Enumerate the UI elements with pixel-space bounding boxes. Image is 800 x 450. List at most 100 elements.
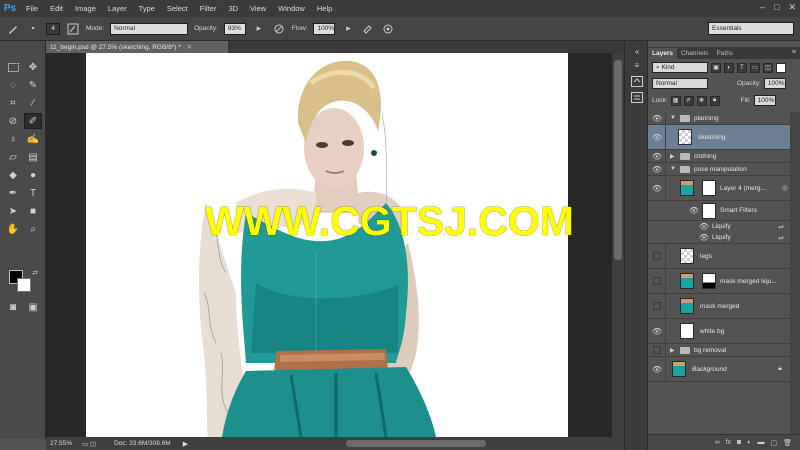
quick-mask-icon[interactable]: ◙: [4, 299, 22, 315]
tab-paths[interactable]: Paths: [712, 48, 737, 59]
collapse-panels-icon[interactable]: «: [630, 45, 644, 57]
lock-transparent-icon[interactable]: ▦: [670, 95, 681, 106]
quick-selection-tool-icon[interactable]: ✎: [24, 77, 42, 93]
layer-row-white-bg[interactable]: 👁︎ white bg: [648, 319, 790, 344]
filter-adjustment-icon[interactable]: ◐: [724, 62, 734, 73]
visibility-eye-icon[interactable]: [651, 300, 663, 312]
close-tab-icon[interactable]: ✕: [187, 43, 192, 51]
lock-image-icon[interactable]: ✐: [683, 95, 694, 106]
filter-kind-dropdown[interactable]: ⌕ Kind: [652, 62, 708, 73]
healing-brush-tool-icon[interactable]: ⊘: [4, 113, 22, 129]
blur-tool-icon[interactable]: ◆: [4, 167, 22, 183]
menu-filter[interactable]: Filter: [194, 4, 223, 13]
layer-row-sketching[interactable]: 👁︎ sketching: [648, 125, 790, 150]
visibility-eye-icon[interactable]: 👁︎: [688, 205, 700, 217]
layer-row-liquify[interactable]: 👁︎ Liquify ⇌: [648, 221, 790, 232]
add-mask-icon[interactable]: ◙: [737, 439, 741, 446]
collapsed-arrow-icon[interactable]: ▶: [670, 347, 675, 354]
menu-select[interactable]: Select: [161, 4, 194, 13]
pressure-size-icon[interactable]: [381, 22, 395, 36]
expanded-arrow-icon[interactable]: ▼: [670, 115, 676, 121]
document-canvas[interactable]: [86, 53, 568, 437]
maximize-button[interactable]: □: [774, 2, 779, 13]
fill-field[interactable]: 100%: [753, 95, 776, 106]
filter-blending-options-icon[interactable]: ⇌: [778, 234, 784, 242]
blend-mode-dropdown[interactable]: Normal: [652, 78, 708, 89]
layer-row-clothing[interactable]: 👁︎ ▶ clothing: [648, 150, 790, 163]
visibility-eye-icon[interactable]: [651, 344, 663, 356]
visibility-eye-icon[interactable]: [651, 275, 663, 287]
lock-all-icon[interactable]: 🔒︎: [709, 95, 720, 106]
trash-icon[interactable]: 🗑︎: [783, 439, 792, 447]
filter-smart-object-icon[interactable]: ◫: [763, 62, 773, 73]
menu-layer[interactable]: Layer: [102, 4, 133, 13]
dodge-tool-icon[interactable]: ●: [24, 167, 42, 183]
menu-file[interactable]: File: [20, 4, 44, 13]
marquee-tool-icon[interactable]: [4, 59, 22, 75]
layers-panel-menu-icon[interactable]: ≡: [792, 49, 796, 56]
opacity-slider-icon[interactable]: ▸: [252, 22, 266, 36]
menu-window[interactable]: Window: [272, 4, 311, 13]
menu-help[interactable]: Help: [311, 4, 338, 13]
type-tool-icon[interactable]: T: [24, 185, 42, 201]
lasso-tool-icon[interactable]: ◌: [4, 77, 22, 93]
dropdown-arrow-icon[interactable]: ▾: [26, 22, 40, 36]
menu-type[interactable]: Type: [133, 4, 161, 13]
visibility-eye-icon[interactable]: [651, 250, 663, 262]
collapsed-arrow-icon[interactable]: ▶: [670, 153, 675, 160]
layer-row-smart-filters[interactable]: 👁︎ Smart Filters: [648, 201, 790, 221]
zoom-tool-icon[interactable]: ⌕: [24, 221, 42, 237]
minimize-button[interactable]: –: [760, 2, 765, 13]
visibility-eye-icon[interactable]: 👁︎: [651, 131, 663, 143]
layer-row-background[interactable]: 👁︎ Background 🔒︎: [648, 357, 790, 382]
filter-type-icon[interactable]: T: [737, 62, 747, 73]
eyedropper-tool-icon[interactable]: ⁄: [24, 95, 42, 111]
flow-slider-icon[interactable]: ▸: [341, 22, 355, 36]
canvas-horizontal-scroll-thumb[interactable]: [346, 440, 486, 447]
filter-shape-icon[interactable]: ▭: [750, 62, 760, 73]
clone-stamp-tool-icon[interactable]: ♁: [4, 131, 22, 147]
pressure-opacity-icon[interactable]: [272, 22, 286, 36]
expanded-arrow-icon[interactable]: ▼: [670, 166, 676, 172]
swap-colors-icon[interactable]: ⇄: [26, 265, 44, 281]
menu-view[interactable]: View: [244, 4, 272, 13]
visibility-eye-icon[interactable]: 👁︎: [651, 112, 663, 124]
close-button[interactable]: ✕: [788, 2, 796, 13]
layer-row-bg-removal[interactable]: ▶ bg removal: [648, 344, 790, 357]
hand-tool-icon[interactable]: ✋: [4, 221, 22, 237]
fx-icon[interactable]: fx: [726, 439, 731, 446]
menu-image[interactable]: Image: [69, 4, 102, 13]
layer-row-layer-4[interactable]: 👁︎ Layer 4 (merg... ◎: [648, 176, 790, 201]
adjustment-layer-icon[interactable]: ◐: [747, 439, 751, 446]
brush-size-field[interactable]: 4: [46, 22, 60, 35]
layers-scrollbar[interactable]: [790, 112, 800, 434]
brush-panel-icon[interactable]: [66, 22, 80, 36]
new-group-icon[interactable]: ▬: [757, 439, 764, 446]
canvas-vertical-scroll-thumb[interactable]: [614, 60, 622, 260]
tab-layers[interactable]: Layers: [648, 48, 677, 59]
panel-menu-icon[interactable]: ≡: [630, 59, 644, 71]
gradient-tool-icon[interactable]: ▤: [24, 149, 42, 165]
opacity-field[interactable]: 93%: [223, 22, 246, 35]
lock-position-icon[interactable]: ✥: [696, 95, 707, 106]
visibility-eye-icon[interactable]: 👁︎: [651, 325, 663, 337]
layer-row-planning[interactable]: 👁︎ ▼ planning: [648, 112, 790, 125]
menu-edit[interactable]: Edit: [44, 4, 69, 13]
workspace-dropdown[interactable]: Essentials: [708, 22, 794, 35]
rectangle-tool-icon[interactable]: ■: [24, 203, 42, 219]
properties-panel-icon[interactable]: [630, 91, 644, 103]
history-panel-icon[interactable]: [630, 75, 644, 87]
layer-row-pose-manipulation[interactable]: 👁︎ ▼ pose manipulation: [648, 163, 790, 176]
layer-row-liquify[interactable]: 👁︎ Liquify ⇌: [648, 232, 790, 244]
layer-row-legs[interactable]: legs: [648, 244, 790, 269]
zoom-level[interactable]: 27.55%: [50, 440, 78, 447]
filter-blending-options-icon[interactable]: ⇌: [778, 223, 784, 231]
tab-channels[interactable]: Channels: [677, 48, 712, 59]
flow-field[interactable]: 100%: [313, 22, 336, 35]
visibility-eye-icon[interactable]: 👁︎: [651, 163, 663, 175]
filter-pixel-icon[interactable]: ▣: [711, 62, 721, 73]
eraser-tool-icon[interactable]: ▱: [4, 149, 22, 165]
layer-row-mask-merged[interactable]: mask merged: [648, 294, 790, 319]
layer-opacity-field[interactable]: 100%: [763, 78, 786, 89]
filter-toggle[interactable]: [776, 62, 786, 73]
